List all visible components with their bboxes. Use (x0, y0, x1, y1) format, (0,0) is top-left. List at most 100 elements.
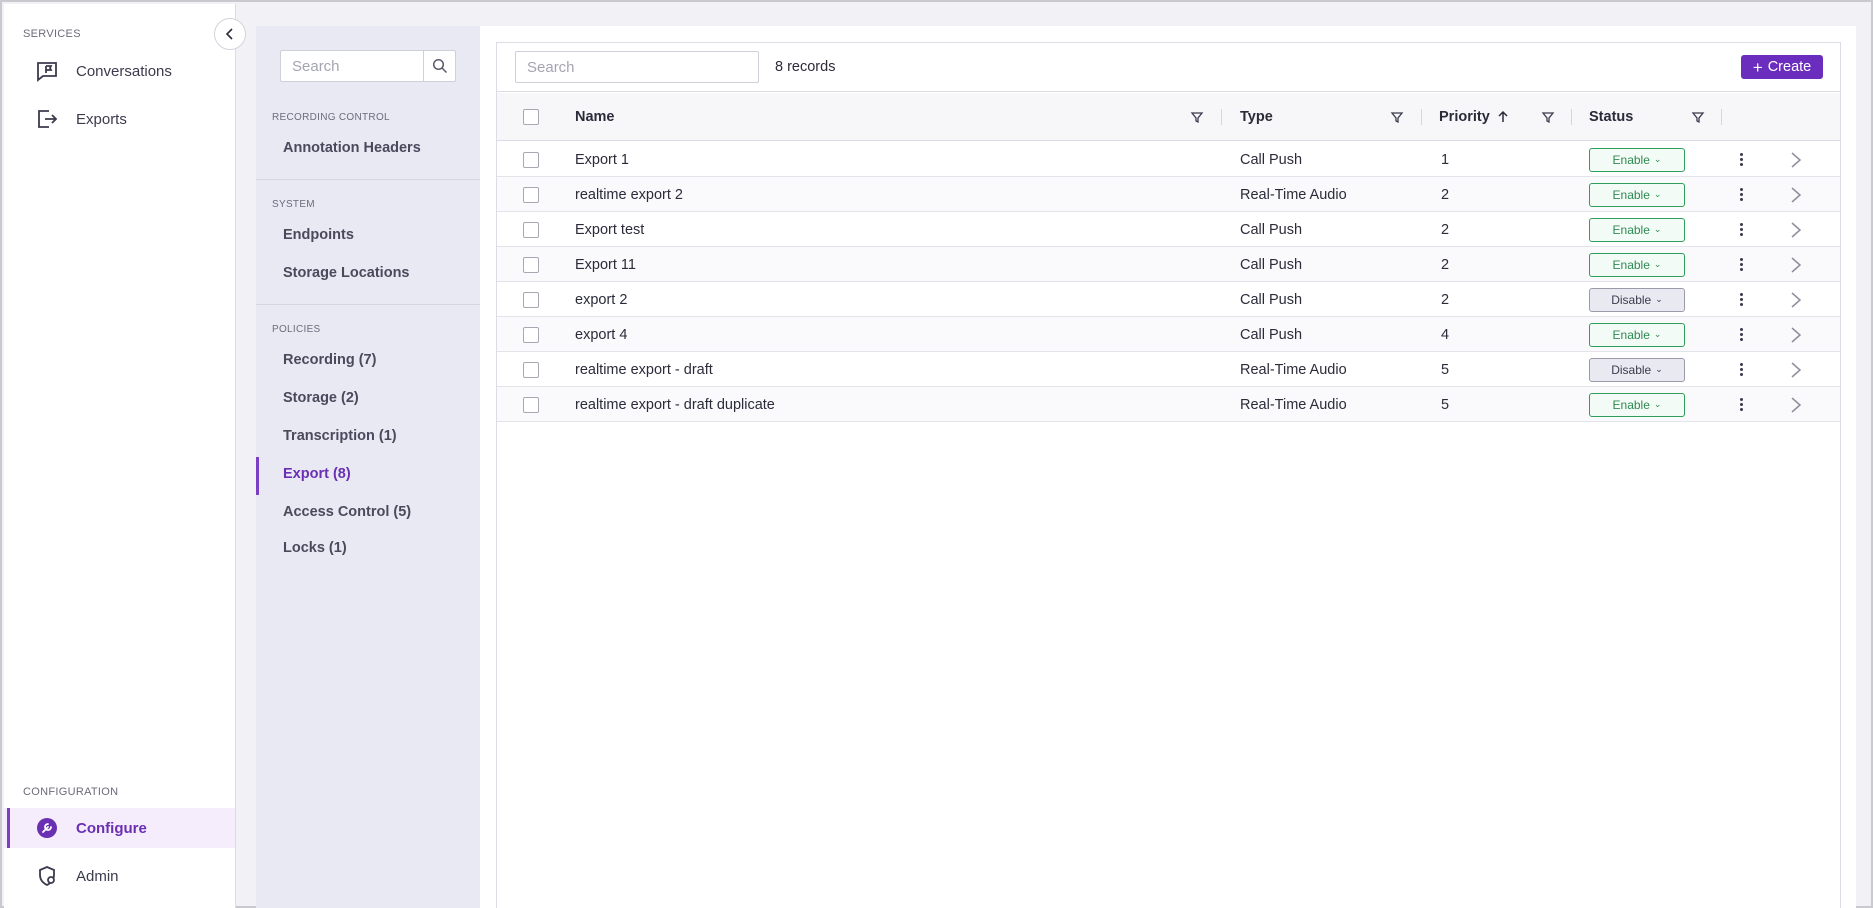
status-dropdown[interactable]: Disable ⌄ (1589, 357, 1685, 382)
row-checkbox[interactable] (523, 291, 539, 308)
select-all-checkbox[interactable] (523, 109, 539, 125)
row-checkbox[interactable] (523, 396, 539, 413)
subnav-item-locks[interactable]: Locks (1) (256, 531, 480, 565)
status-dropdown[interactable]: Enable ⌄ (1589, 392, 1685, 417)
wrench-icon (34, 815, 60, 841)
chevron-right-icon[interactable] (1789, 186, 1803, 204)
priority-header-label: Priority (1439, 109, 1490, 125)
subnav-search-button[interactable] (423, 51, 455, 81)
left-nav: SERVICES Conversations Exports CONFIGURA… (4, 4, 236, 908)
filter-icon[interactable] (1690, 109, 1706, 125)
subnav-item-access-control[interactable]: Access Control (5) (256, 495, 480, 529)
table-row[interactable]: export 4 Call Push 4 Enable ⌄ (497, 317, 1840, 352)
nav-item-conversations[interactable]: Conversations (4, 51, 235, 91)
table-search (515, 51, 759, 83)
column-header-priority[interactable]: Priority (1439, 93, 1510, 141)
status-dropdown[interactable]: Enable ⌄ (1589, 182, 1685, 207)
table-row[interactable]: export 2 Call Push 2 Disable ⌄ (497, 282, 1840, 317)
sort-ascending-icon (1498, 110, 1508, 122)
subnav-item-recording[interactable]: Recording (7) (256, 343, 480, 377)
nav-item-configure[interactable]: Configure (4, 808, 235, 848)
row-checkbox[interactable] (523, 361, 539, 378)
nav-item-exports[interactable]: Exports (4, 99, 235, 139)
shield-gear-icon (34, 863, 60, 889)
status-dropdown[interactable]: Enable ⌄ (1589, 252, 1685, 277)
more-options-icon[interactable] (1733, 358, 1749, 382)
subnav-item-storage-locations[interactable]: Storage Locations (256, 256, 480, 290)
collapse-sidebar-button[interactable] (214, 18, 246, 50)
row-name[interactable]: export 4 (575, 317, 627, 352)
subnav-search-input[interactable] (281, 51, 423, 81)
create-button-label: Create (1767, 59, 1812, 75)
chevron-down-icon: ⌄ (1653, 259, 1662, 269)
create-button[interactable]: + Create (1741, 55, 1823, 79)
recording-control-label: RECORDING CONTROL (272, 112, 390, 123)
table-search-input[interactable] (516, 52, 758, 82)
status-label: Enable (1612, 397, 1650, 412)
table-row[interactable]: realtime export 2 Real-Time Audio 2 Enab… (497, 177, 1840, 212)
row-priority: 5 (1441, 361, 1450, 378)
subnav-item-endpoints[interactable]: Endpoints (256, 218, 480, 252)
status-dropdown[interactable]: Enable ⌄ (1589, 217, 1685, 242)
status-label: Enable (1612, 187, 1650, 202)
chevron-right-icon[interactable] (1789, 396, 1803, 414)
subnav-item-annotation-headers[interactable]: Annotation Headers (256, 131, 480, 165)
chevron-right-icon[interactable] (1789, 151, 1803, 169)
chevron-right-icon[interactable] (1789, 256, 1803, 274)
row-checkbox[interactable] (523, 221, 539, 238)
column-header-status[interactable]: Status (1589, 93, 1633, 141)
subnav-item-transcription[interactable]: Transcription (1) (256, 419, 480, 453)
subnav-item-storage[interactable]: Storage (2) (256, 381, 480, 415)
subnav-search (280, 50, 456, 82)
row-checkbox[interactable] (523, 326, 539, 343)
more-options-icon[interactable] (1733, 288, 1749, 312)
row-name[interactable]: realtime export 2 (575, 177, 683, 212)
row-type: Real-Time Audio (1240, 396, 1347, 413)
search-icon (432, 58, 447, 74)
table-row[interactable]: Export 11 Call Push 2 Enable ⌄ (497, 247, 1840, 282)
more-options-icon[interactable] (1733, 148, 1749, 172)
more-options-icon[interactable] (1733, 183, 1749, 207)
export-icon (34, 106, 60, 132)
filter-icon[interactable] (1540, 109, 1556, 125)
chevron-right-icon[interactable] (1789, 291, 1803, 309)
table-row[interactable]: realtime export - draft duplicate Real-T… (497, 387, 1840, 422)
chevron-down-icon: ⌄ (1653, 189, 1662, 199)
row-type: Real-Time Audio (1240, 361, 1347, 378)
column-header-type[interactable]: Type (1240, 93, 1273, 141)
chevron-right-icon[interactable] (1789, 326, 1803, 344)
column-separator (1421, 109, 1422, 125)
status-dropdown[interactable]: Enable ⌄ (1589, 147, 1685, 172)
filter-icon[interactable] (1389, 109, 1405, 125)
chevron-right-icon[interactable] (1789, 361, 1803, 379)
more-options-icon[interactable] (1733, 393, 1749, 417)
more-options-icon[interactable] (1733, 253, 1749, 277)
subnav-item-export[interactable]: Export (8) (256, 457, 480, 495)
row-name[interactable]: export 2 (575, 282, 627, 317)
row-name[interactable]: Export 1 (575, 142, 629, 177)
nav-item-admin[interactable]: Admin (4, 856, 235, 896)
status-dropdown[interactable]: Enable ⌄ (1589, 322, 1685, 347)
more-options-icon[interactable] (1733, 323, 1749, 347)
row-name[interactable]: Export test (575, 212, 644, 247)
row-checkbox[interactable] (523, 186, 539, 203)
row-type: Call Push (1240, 256, 1303, 273)
more-options-icon[interactable] (1733, 218, 1749, 242)
row-checkbox[interactable] (523, 256, 539, 273)
row-name[interactable]: Export 11 (575, 247, 636, 282)
divider (256, 179, 480, 180)
row-checkbox[interactable] (523, 151, 539, 168)
table-row[interactable]: Export 1 Call Push 1 Enable ⌄ (497, 142, 1840, 177)
filter-icon[interactable] (1189, 109, 1205, 125)
status-dropdown[interactable]: Disable ⌄ (1589, 287, 1685, 312)
row-name[interactable]: realtime export - draft (575, 352, 713, 387)
column-header-name[interactable]: Name (575, 93, 615, 141)
table-row[interactable]: realtime export - draft Real-Time Audio … (497, 352, 1840, 387)
row-type: Call Push (1240, 221, 1303, 238)
chevron-right-icon[interactable] (1789, 221, 1803, 239)
status-label: Enable (1612, 152, 1650, 167)
table-row[interactable]: Export test Call Push 2 Enable ⌄ (497, 212, 1840, 247)
status-label: Enable (1612, 327, 1650, 342)
row-name[interactable]: realtime export - draft duplicate (575, 387, 775, 422)
divider (256, 304, 480, 305)
